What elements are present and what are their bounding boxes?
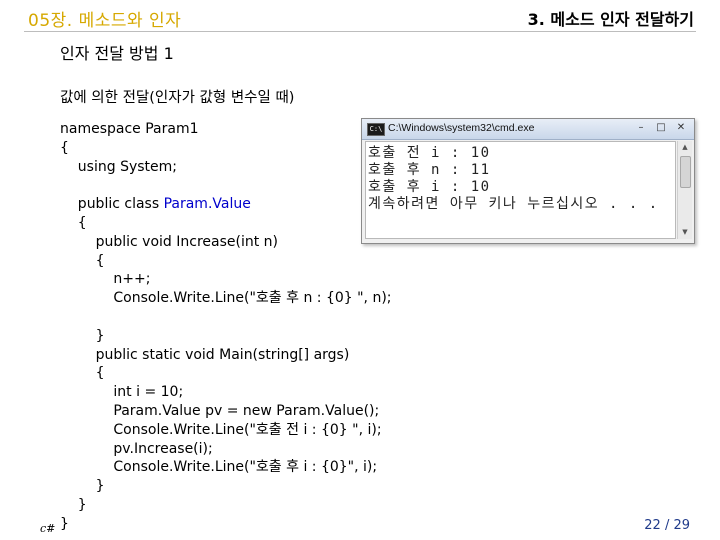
console-window: C:\ C:\Windows\system32\cmd.exe – □ ✕ 호출… bbox=[361, 118, 695, 244]
slide-heading: 인자 전달 방법 1 bbox=[60, 44, 174, 63]
code-line: n++; bbox=[60, 271, 151, 288]
code-line: { bbox=[60, 139, 69, 156]
console-title: C:\Windows\system32\cmd.exe bbox=[388, 122, 535, 134]
console-titlebar[interactable]: C:\ C:\Windows\system32\cmd.exe – □ ✕ bbox=[362, 119, 694, 140]
console-line: 호출 전 i : 10 bbox=[368, 145, 491, 161]
console-line: 호출 후 n : 11 bbox=[368, 162, 491, 178]
code-line: namespace Param1 bbox=[60, 121, 199, 137]
code-line: } bbox=[60, 327, 105, 344]
code-line: { bbox=[60, 252, 105, 269]
code-listing: namespace Param1 { using System; public c… bbox=[60, 120, 392, 534]
code-line: } bbox=[60, 496, 87, 513]
code-line: Console.Write.Line("호출 전 i : {0} ", i); bbox=[60, 421, 382, 438]
code-line: } bbox=[60, 515, 69, 532]
console-line: 호출 후 i : 10 bbox=[368, 179, 491, 195]
scroll-down-icon[interactable]: ▼ bbox=[678, 226, 692, 239]
close-icon[interactable]: ✕ bbox=[672, 121, 690, 135]
console-output-area: 호출 전 i : 10 호출 후 n : 11 호출 후 i : 10 계속하려면 아… bbox=[365, 141, 676, 239]
maximize-icon[interactable]: □ bbox=[652, 121, 670, 135]
class-name: Param.Value bbox=[163, 196, 251, 213]
console-output: 호출 전 i : 10 호출 후 n : 11 호출 후 i : 10 계속하려면 아… bbox=[368, 145, 659, 213]
code-line: { bbox=[60, 214, 87, 231]
code-line: Console.Write.Line("호출 후 i : {0}", i); bbox=[60, 459, 378, 476]
page-number: 22 / 29 bbox=[644, 518, 690, 533]
code-line: { bbox=[60, 365, 105, 382]
code-line: Console.Write.Line("호출 후 n : {0} ", n); bbox=[60, 290, 392, 307]
footer-label: c# bbox=[40, 522, 56, 535]
header-divider bbox=[24, 31, 696, 32]
code-line: public class Param.Value bbox=[60, 196, 251, 213]
scroll-up-icon[interactable]: ▲ bbox=[678, 141, 692, 154]
chapter-title: 05장. 메소드와 인자 bbox=[28, 11, 182, 31]
scroll-thumb[interactable] bbox=[680, 156, 691, 188]
console-scrollbar[interactable]: ▲ ▼ bbox=[677, 141, 692, 239]
code-line: public void Increase(int n) bbox=[60, 233, 278, 250]
code-line: } bbox=[60, 478, 105, 495]
minimize-icon[interactable]: – bbox=[632, 121, 650, 135]
slide-subheading: 값에 의한 전달(인자가 값형 변수일 때) bbox=[60, 90, 295, 106]
section-title: 3. 메소드 인자 전달하기 bbox=[527, 10, 694, 29]
console-line: 계속하려면 아무 키나 누르십시오 . . . bbox=[368, 196, 659, 212]
code-line: Param.Value pv = new Param.Value(); bbox=[60, 402, 380, 419]
code-line: int i = 10; bbox=[60, 384, 184, 401]
code-line: public static void Main(string[] args) bbox=[60, 346, 350, 363]
code-line: using System; bbox=[60, 158, 177, 175]
code-line: pv.Increase(i); bbox=[60, 440, 213, 457]
cmd-icon: C:\ bbox=[367, 123, 385, 136]
